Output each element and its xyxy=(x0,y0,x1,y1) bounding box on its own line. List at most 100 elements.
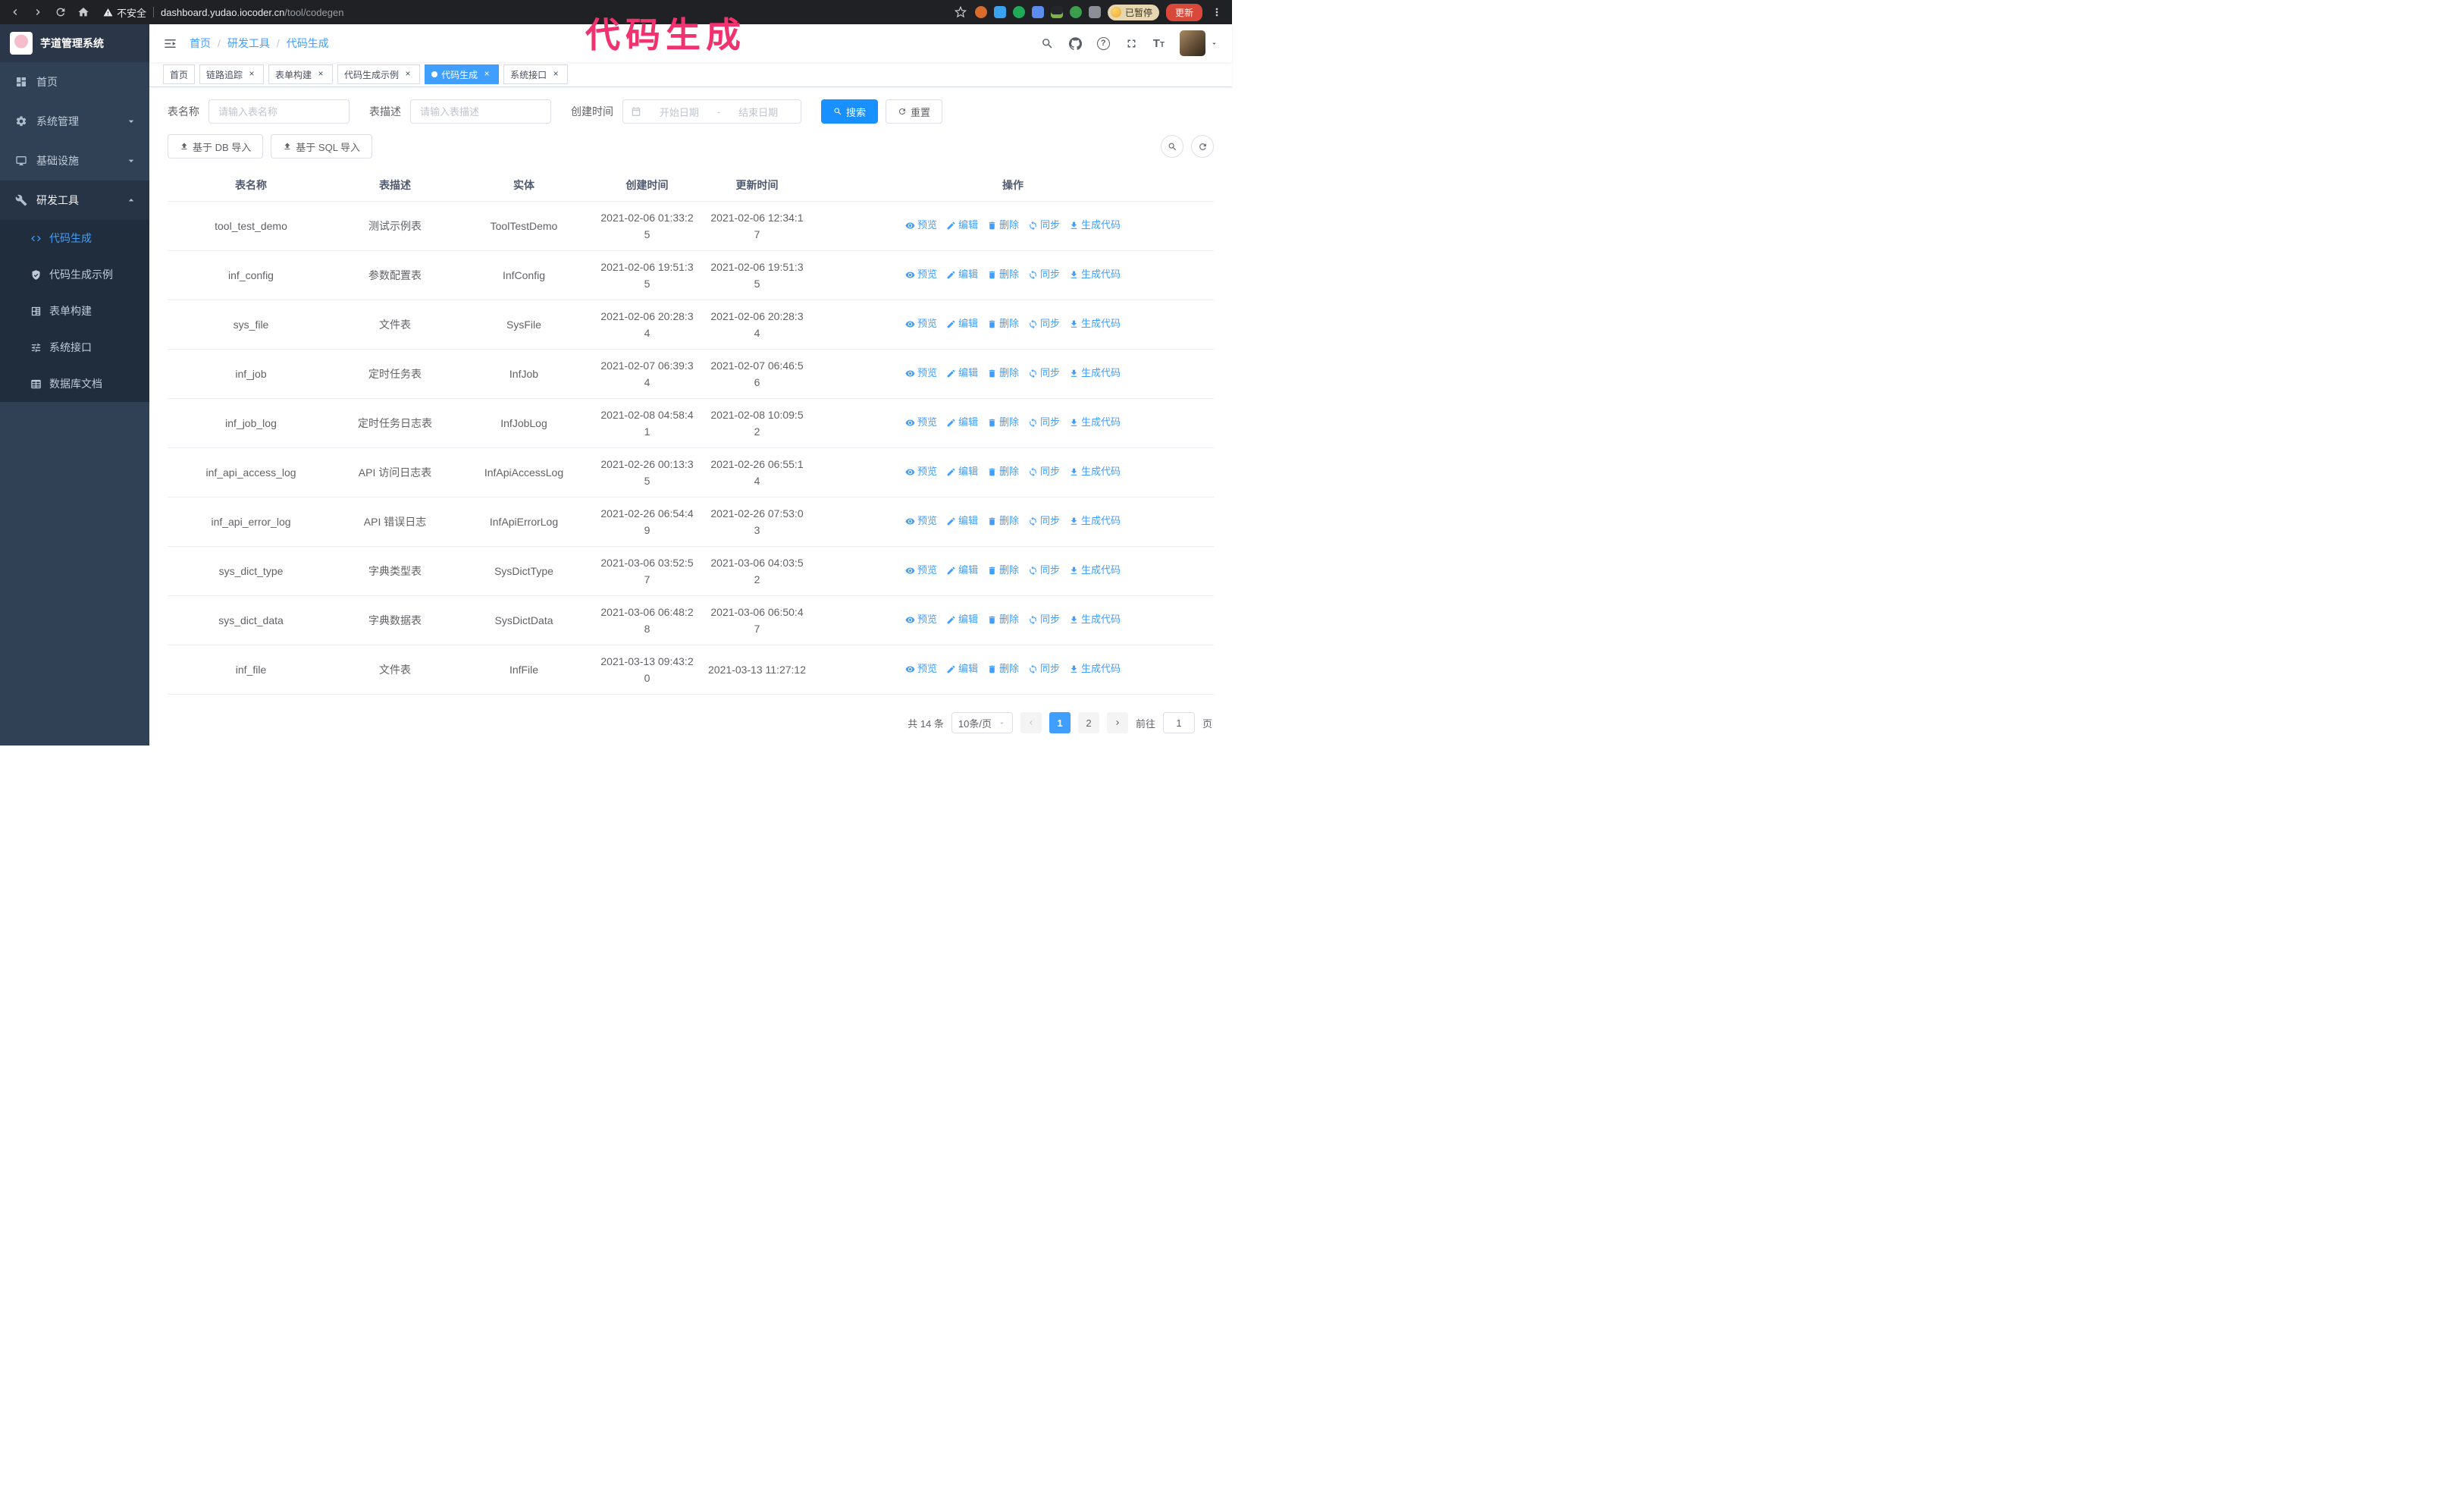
action-download-link[interactable]: 生成代码 xyxy=(1069,513,1121,529)
action-edit-link[interactable]: 编辑 xyxy=(946,315,978,332)
help-icon[interactable]: ? xyxy=(1096,36,1110,50)
extension-icon-2[interactable] xyxy=(993,6,1006,18)
sidebar-item-form-builder[interactable]: 表单构建 xyxy=(0,293,149,329)
action-trash-link[interactable]: 删除 xyxy=(987,217,1019,234)
sidebar-item-system[interactable]: 系统管理 xyxy=(0,102,149,141)
action-sync-link[interactable]: 同步 xyxy=(1028,365,1060,381)
page-button-2[interactable]: 2 xyxy=(1077,712,1099,733)
action-sync-link[interactable]: 同步 xyxy=(1028,611,1060,628)
action-sync-link[interactable]: 同步 xyxy=(1028,217,1060,234)
action-sync-link[interactable]: 同步 xyxy=(1028,513,1060,529)
paused-badge[interactable]: 已暂停 xyxy=(1107,4,1159,20)
prev-page-button[interactable] xyxy=(1020,712,1042,733)
action-edit-link[interactable]: 编辑 xyxy=(946,463,978,480)
search-icon[interactable] xyxy=(1041,37,1054,50)
action-edit-link[interactable]: 编辑 xyxy=(946,365,978,381)
search-button[interactable]: 搜索 xyxy=(821,99,879,124)
font-size-icon[interactable]: TT xyxy=(1153,37,1165,50)
action-trash-link[interactable]: 删除 xyxy=(987,562,1019,579)
table-name-input[interactable] xyxy=(208,99,350,124)
tab-form-builder[interactable]: 表单构建 × xyxy=(268,64,334,84)
close-icon[interactable]: × xyxy=(550,69,561,80)
action-download-link[interactable]: 生成代码 xyxy=(1069,365,1121,381)
action-trash-link[interactable]: 删除 xyxy=(987,463,1019,480)
action-sync-link[interactable]: 同步 xyxy=(1028,463,1060,480)
action-trash-link[interactable]: 删除 xyxy=(987,365,1019,381)
tab-home[interactable]: 首页 xyxy=(163,64,196,84)
action-trash-link[interactable]: 删除 xyxy=(987,513,1019,529)
action-trash-link[interactable]: 删除 xyxy=(987,414,1019,431)
sidebar-item-api[interactable]: 系统接口 xyxy=(0,329,149,366)
extension-icon-5[interactable] xyxy=(1050,6,1063,18)
action-eye-link[interactable]: 预览 xyxy=(905,414,937,431)
action-edit-link[interactable]: 编辑 xyxy=(946,266,978,283)
action-eye-link[interactable]: 预览 xyxy=(905,513,937,529)
security-warning[interactable]: 不安全 xyxy=(103,5,146,20)
tab-codegen[interactable]: 代码生成 × xyxy=(425,64,500,84)
action-sync-link[interactable]: 同步 xyxy=(1028,266,1060,283)
action-edit-link[interactable]: 编辑 xyxy=(946,562,978,579)
toggle-search-button[interactable] xyxy=(1161,135,1183,158)
sidebar-item-db-doc[interactable]: 数据库文档 xyxy=(0,366,149,402)
page-button-1[interactable]: 1 xyxy=(1049,712,1071,733)
browser-menu-icon[interactable] xyxy=(1209,5,1224,20)
action-download-link[interactable]: 生成代码 xyxy=(1069,611,1121,628)
extension-icon-1[interactable] xyxy=(974,6,987,18)
sidebar-item-codegen-example[interactable]: 代码生成示例 xyxy=(0,256,149,293)
fullscreen-icon[interactable] xyxy=(1125,37,1138,50)
action-download-link[interactable]: 生成代码 xyxy=(1069,463,1121,480)
close-icon[interactable]: × xyxy=(403,69,413,80)
reload-button[interactable] xyxy=(53,5,68,20)
tab-codegen-example[interactable]: 代码生成示例 × xyxy=(337,64,421,84)
refresh-table-button[interactable] xyxy=(1191,135,1214,158)
extension-icon-3[interactable] xyxy=(1012,6,1025,18)
address-bar[interactable]: 不安全 dashboard.yudao.iocoder.cn/tool/code… xyxy=(103,5,945,20)
action-sync-link[interactable]: 同步 xyxy=(1028,315,1060,332)
action-download-link[interactable]: 生成代码 xyxy=(1069,217,1121,234)
extension-icon-4[interactable] xyxy=(1031,6,1044,18)
extensions-puzzle-icon[interactable] xyxy=(1088,6,1101,18)
action-edit-link[interactable]: 编辑 xyxy=(946,217,978,234)
browser-home-button[interactable] xyxy=(76,5,91,20)
action-trash-link[interactable]: 删除 xyxy=(987,661,1019,677)
action-edit-link[interactable]: 编辑 xyxy=(946,513,978,529)
action-eye-link[interactable]: 预览 xyxy=(905,365,937,381)
action-download-link[interactable]: 生成代码 xyxy=(1069,661,1121,677)
extension-icon-6[interactable] xyxy=(1069,6,1082,18)
action-eye-link[interactable]: 预览 xyxy=(905,463,937,480)
action-edit-link[interactable]: 编辑 xyxy=(946,661,978,677)
action-trash-link[interactable]: 删除 xyxy=(987,315,1019,332)
github-icon[interactable] xyxy=(1069,37,1082,50)
close-icon[interactable]: × xyxy=(315,69,326,80)
action-eye-link[interactable]: 预览 xyxy=(905,562,937,579)
breadcrumb-dev-tools[interactable]: 研发工具 xyxy=(227,36,270,51)
action-download-link[interactable]: 生成代码 xyxy=(1069,562,1121,579)
action-download-link[interactable]: 生成代码 xyxy=(1069,414,1121,431)
goto-page-input[interactable] xyxy=(1162,712,1195,733)
sidebar-item-home[interactable]: 首页 xyxy=(0,62,149,102)
import-db-button[interactable]: 基于 DB 导入 xyxy=(168,134,264,159)
action-eye-link[interactable]: 预览 xyxy=(905,266,937,283)
reset-button[interactable]: 重置 xyxy=(886,99,943,124)
sidebar-item-dev-tools[interactable]: 研发工具 xyxy=(0,180,149,220)
action-download-link[interactable]: 生成代码 xyxy=(1069,315,1121,332)
action-eye-link[interactable]: 预览 xyxy=(905,611,937,628)
action-eye-link[interactable]: 预览 xyxy=(905,661,937,677)
bookmark-star-icon[interactable] xyxy=(953,5,968,20)
user-menu[interactable] xyxy=(1180,30,1218,56)
action-eye-link[interactable]: 预览 xyxy=(905,315,937,332)
action-edit-link[interactable]: 编辑 xyxy=(946,414,978,431)
next-page-button[interactable] xyxy=(1106,712,1128,733)
app-logo[interactable]: 芋道管理系统 xyxy=(0,24,149,62)
action-download-link[interactable]: 生成代码 xyxy=(1069,266,1121,283)
close-icon[interactable]: × xyxy=(246,69,257,80)
browser-update-button[interactable]: 更新 xyxy=(1165,3,1202,21)
action-edit-link[interactable]: 编辑 xyxy=(946,611,978,628)
action-sync-link[interactable]: 同步 xyxy=(1028,562,1060,579)
action-trash-link[interactable]: 删除 xyxy=(987,266,1019,283)
import-sql-button[interactable]: 基于 SQL 导入 xyxy=(271,134,373,159)
action-sync-link[interactable]: 同步 xyxy=(1028,414,1060,431)
action-sync-link[interactable]: 同步 xyxy=(1028,661,1060,677)
tab-api[interactable]: 系统接口 × xyxy=(503,64,569,84)
action-trash-link[interactable]: 删除 xyxy=(987,611,1019,628)
